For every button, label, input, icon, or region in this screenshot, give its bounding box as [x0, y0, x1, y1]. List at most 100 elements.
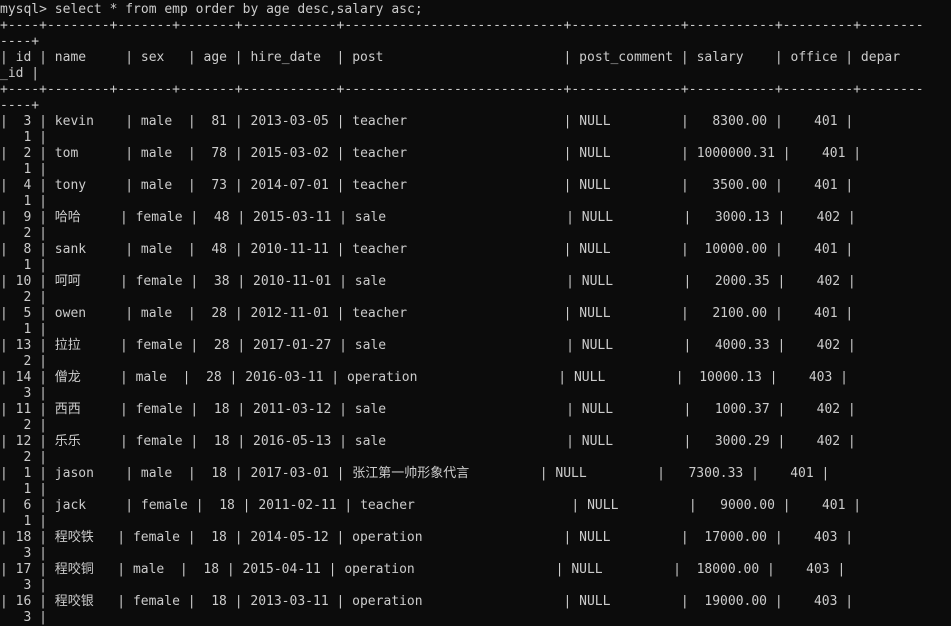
cell-post: sale	[354, 434, 387, 449]
cell-post-comment: NULL	[581, 274, 614, 289]
cell-post: teacher	[360, 498, 415, 513]
cell-office: 402	[816, 434, 841, 449]
table-row: | 13 | 拉拉 | female | 28 | 2017-01-27 | s…	[0, 338, 864, 353]
cell-salary: 1000000.31	[696, 146, 775, 161]
table-row-wrap: 1 |	[23, 482, 47, 497]
cell-office: 401	[814, 178, 838, 193]
table-row-wrap: 1 |	[23, 322, 47, 337]
cell-post-comment: NULL	[579, 306, 611, 321]
cell-name: 乐乐	[54, 434, 81, 449]
cell-id: 11	[15, 402, 32, 417]
cell-id: 16	[15, 594, 32, 609]
cell-salary: 3500.00	[712, 178, 768, 193]
cell-post-comment: NULL	[579, 530, 611, 545]
table-row: | 9 | 哈哈 | female | 48 | 2015-03-11 | sa…	[0, 210, 864, 225]
cell-age: 28	[211, 306, 228, 321]
cell-office: 401	[821, 146, 846, 161]
cell-post: teacher	[352, 306, 408, 321]
cell-name: 程咬银	[54, 594, 94, 609]
table-row-wrap: 3 |	[23, 386, 47, 401]
table-row-wrap: 3 |	[23, 578, 47, 593]
cell-name: jack	[54, 498, 87, 513]
table-row: | 5 | owen | male | 28 | 2012-11-01 | te…	[0, 306, 862, 321]
cell-hire-date: 2012-11-01	[250, 306, 329, 321]
cell-id: 3	[23, 114, 32, 129]
cell-salary: 7300.33	[688, 466, 744, 481]
cell-name: 呵呵	[54, 274, 81, 289]
cell-post-comment: NULL	[581, 338, 614, 353]
cell-office: 403	[813, 530, 838, 545]
cell-hire-date: 2017-01-27	[253, 338, 332, 353]
cell-id: 9	[23, 210, 32, 225]
table-row: | 14 | 僧龙 | male | 28 | 2016-03-11 | ope…	[0, 370, 856, 385]
cell-hire-date: 2014-07-01	[250, 178, 329, 193]
cell-sex: female	[135, 402, 183, 417]
cell-post: teacher	[352, 242, 408, 257]
cell-id: 12	[15, 434, 32, 449]
table-header-separator: +----+--------+-------+-------+---------…	[0, 82, 924, 97]
cell-post: operation	[352, 594, 423, 609]
cell-hire-date: 2011-03-12	[253, 402, 332, 417]
cell-depart-id: 2	[23, 418, 32, 433]
cell-hire-date: 2016-05-13	[253, 434, 332, 449]
cell-id: 13	[15, 338, 32, 353]
cell-age: 18	[219, 498, 235, 513]
terminal-window[interactable]: mysql> select * from emp order by age de…	[0, 0, 951, 626]
cell-name: owen	[54, 306, 87, 321]
cell-name: 程咬铁	[54, 530, 94, 545]
cell-id: 5	[23, 306, 32, 321]
cell-depart-id: 2	[23, 290, 32, 305]
cell-name: tom	[54, 146, 79, 161]
table-row-wrap: 1 |	[23, 514, 47, 529]
cell-office: 403	[806, 562, 830, 577]
cell-name: 僧龙	[54, 370, 81, 385]
cell-id: 2	[23, 146, 32, 161]
cell-salary: 2100.00	[712, 306, 768, 321]
table-row: | 10 | 呵呵 | female | 38 | 2010-11-01 | s…	[0, 274, 864, 289]
cell-office: 402	[816, 210, 841, 225]
cell-post: teacher	[352, 178, 408, 193]
table-row-wrap: 1 |	[23, 194, 47, 209]
cell-post: sale	[354, 274, 387, 289]
cell-hire-date: 2015-03-11	[253, 210, 332, 225]
cell-post: sale	[354, 338, 387, 353]
cell-depart-id: 1	[23, 514, 32, 529]
cell-age: 48	[211, 242, 228, 257]
table-border-wrap: ----+	[0, 34, 40, 49]
cell-sex: female	[140, 498, 188, 513]
cell-age: 78	[211, 146, 228, 161]
cell-sex: female	[135, 274, 183, 289]
cell-name: 西西	[54, 402, 81, 417]
cell-post-comment: NULL	[581, 210, 614, 225]
cell-depart-id: 1	[23, 162, 32, 177]
command-line: mysql> select * from emp order by age de…	[0, 2, 423, 17]
cell-post: teacher	[352, 114, 408, 129]
cell-post-comment: NULL	[581, 402, 614, 417]
cell-age: 48	[213, 210, 230, 225]
cell-hire-date: 2010-11-01	[253, 274, 332, 289]
cell-id: 4	[23, 178, 32, 193]
cell-name: jason	[54, 466, 94, 481]
cell-sex: male	[140, 306, 173, 321]
table-row: | 8 | sank | male | 48 | 2010-11-11 | te…	[0, 242, 862, 257]
cell-post-comment: NULL	[579, 146, 611, 161]
table-row-wrap: 1 |	[23, 130, 47, 145]
cell-post-comment: NULL	[579, 114, 611, 129]
cell-sex: female	[135, 338, 183, 353]
cell-age: 18	[211, 594, 227, 609]
cell-depart-id: 3	[23, 386, 32, 401]
cell-office: 403	[813, 594, 838, 609]
cell-sex: male	[140, 114, 173, 129]
cell-id: 1	[23, 466, 32, 481]
cell-office: 401	[790, 466, 814, 481]
cell-name: 拉拉	[54, 338, 81, 353]
cell-id: 18	[15, 530, 32, 545]
cell-age: 18	[211, 466, 228, 481]
table-row-wrap: 3 |	[23, 546, 47, 561]
cell-sex: male	[140, 146, 173, 161]
cell-hire-date: 2013-03-05	[250, 114, 329, 129]
cell-post-comment: NULL	[579, 594, 611, 609]
table-border-top: +----+--------+-------+-------+---------…	[0, 18, 924, 33]
cell-hire-date: 2014-05-12	[250, 530, 329, 545]
table-row: | 3 | kevin | male | 81 | 2013-03-05 | t…	[0, 114, 862, 129]
